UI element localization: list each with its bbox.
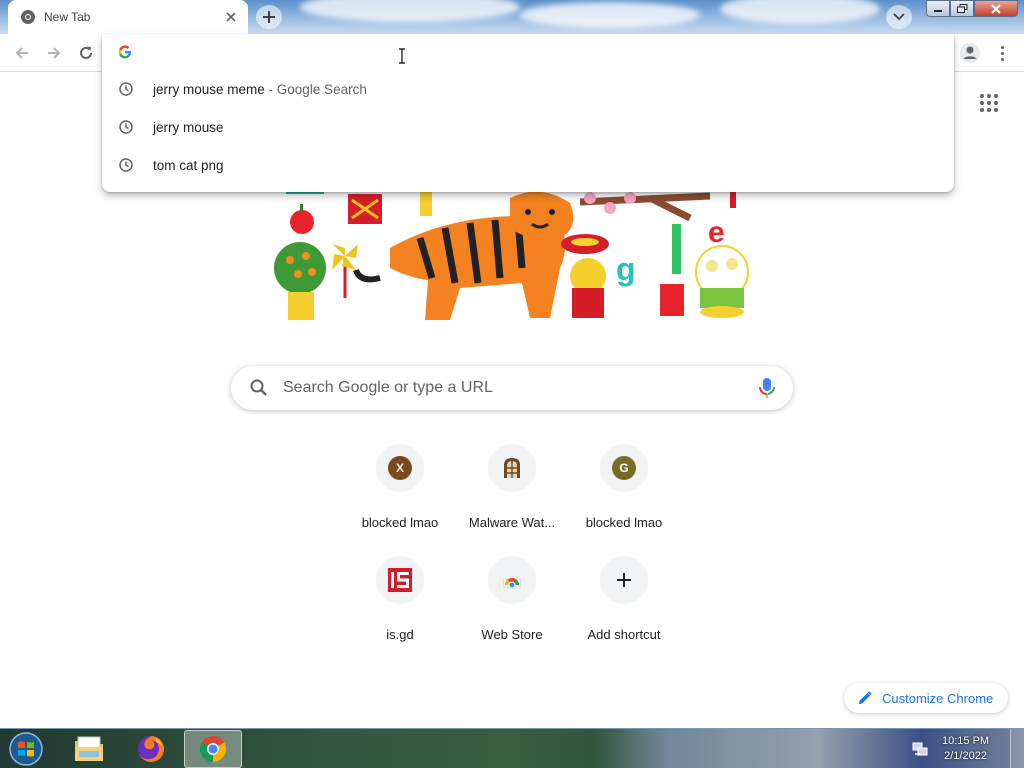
suggestion-text: tom cat png <box>153 157 224 173</box>
reload-button[interactable] <box>74 41 98 65</box>
address-bar-input[interactable] <box>144 44 844 60</box>
customize-label: Customize Chrome <box>882 690 994 706</box>
text-cursor-icon <box>399 48 405 64</box>
chevron-down-icon <box>893 13 905 21</box>
add-shortcut-tile[interactable]: Add shortcut <box>568 552 680 648</box>
shortcut-label: is.gd <box>386 627 414 642</box>
history-clock-icon <box>119 120 133 134</box>
taskbar-clock[interactable]: 10:15 PM 2/1/2022 <box>942 734 989 764</box>
plus-icon <box>617 573 631 587</box>
sky-cloud <box>300 0 520 22</box>
reload-icon <box>80 46 92 59</box>
chrome-icon <box>20 9 36 25</box>
shortcut-label: Malware Wat... <box>468 515 556 530</box>
person-icon <box>960 43 980 63</box>
pencil-icon <box>859 691 872 704</box>
arrow-left-icon <box>15 47 28 59</box>
doodle-orange-tree <box>274 242 326 320</box>
omnibox-input-row <box>102 34 954 70</box>
suggestion-description: - Google Search <box>264 81 367 97</box>
shortcut-icon-bg: X <box>376 444 424 492</box>
folder-icon <box>75 736 103 761</box>
shortcut-icon-bg <box>600 556 648 604</box>
shortcut-tile[interactable]: X blocked lmao <box>344 440 456 536</box>
maximize-button[interactable] <box>950 0 974 17</box>
taskbar-file-explorer[interactable] <box>60 730 118 768</box>
tab-strip: New Tab <box>0 0 1024 34</box>
taskbar-chrome[interactable] <box>184 730 242 768</box>
shortcut-tile[interactable]: Web Store <box>456 552 568 648</box>
back-button[interactable] <box>10 41 34 65</box>
letter-g-icon: G <box>612 456 636 480</box>
svg-text:e: e <box>708 216 725 249</box>
forward-button[interactable] <box>42 41 66 65</box>
shortcut-label: blocked lmao <box>361 515 439 530</box>
search-icon <box>250 379 267 396</box>
tab-close-icon[interactable] <box>222 8 240 26</box>
firefox-icon <box>138 736 164 762</box>
history-clock-icon <box>119 82 133 96</box>
shortcut-icon-bg: G <box>600 444 648 492</box>
arrow-right-icon <box>48 47 61 59</box>
web-store-icon <box>502 578 522 589</box>
close-icon <box>991 3 1001 14</box>
shortcut-tile[interactable]: Malware Wat... <box>456 440 568 536</box>
shortcut-icon-bg <box>488 444 536 492</box>
tab-search-button[interactable] <box>886 5 912 29</box>
shortcut-label: blocked lmao <box>585 515 663 530</box>
isgd-icon <box>388 568 412 592</box>
tab-new-tab[interactable]: New Tab <box>8 0 248 34</box>
plus-icon <box>263 11 275 23</box>
shortcut-tile[interactable]: G blocked lmao <box>568 440 680 536</box>
kebab-menu-icon[interactable] <box>994 41 1010 65</box>
google-g-icon <box>118 45 131 59</box>
omnibox-dropdown: jerry mouse meme - Google Search jerry m… <box>102 34 954 192</box>
clock-time: 10:15 PM <box>942 735 990 747</box>
shortcut-icon-bg <box>488 556 536 604</box>
shortcuts-grid: X blocked lmao Malware Wat... G blocked … <box>344 440 680 648</box>
tab-title: New Tab <box>44 10 91 24</box>
history-clock-icon <box>119 158 133 172</box>
omnibox-suggestion[interactable]: jerry mouse meme - Google Search <box>102 70 954 108</box>
letter-x-icon: X <box>388 456 412 480</box>
new-tab-button[interactable] <box>256 5 282 29</box>
minimize-icon <box>934 9 942 12</box>
doodle-apple <box>290 210 314 234</box>
start-button[interactable] <box>4 731 48 767</box>
windows-taskbar: 10:15 PM 2/1/2022 <box>0 728 1024 768</box>
shortcut-icon-bg <box>376 556 424 604</box>
sky-cloud <box>520 2 700 28</box>
windows-start-icon <box>9 732 43 766</box>
network-icon[interactable] <box>912 741 928 757</box>
malware-watch-icon <box>504 458 520 478</box>
taskbar-firefox[interactable] <box>122 730 180 768</box>
apps-grid-icon[interactable] <box>980 94 1000 112</box>
maximize-icon <box>956 4 967 13</box>
sky-cloud <box>720 0 880 24</box>
svg-text:g: g <box>616 251 636 287</box>
customize-chrome-button[interactable]: Customize Chrome <box>844 683 1008 713</box>
shortcut-label: Web Store <box>481 627 543 642</box>
shortcut-tile[interactable]: is.gd <box>344 552 456 648</box>
doodle-red-envelope <box>660 284 684 316</box>
show-desktop-button[interactable] <box>1010 729 1024 768</box>
profile-button[interactable] <box>958 41 982 65</box>
window-controls <box>926 0 1018 17</box>
system-tray: 10:15 PM 2/1/2022 <box>912 729 989 768</box>
ntp-search-input[interactable] <box>283 379 757 397</box>
window-close-button[interactable] <box>974 0 1018 17</box>
shortcut-label: Add shortcut <box>587 627 661 642</box>
omnibox-suggestion[interactable]: tom cat png <box>102 146 954 184</box>
suggestion-text: jerry mouse meme <box>153 81 265 97</box>
minimize-button[interactable] <box>926 0 950 17</box>
clock-date: 2/1/2022 <box>944 750 987 762</box>
suggestion-text: jerry mouse <box>153 119 224 135</box>
doodle-tiger <box>353 191 574 320</box>
omnibox-suggestion[interactable]: jerry mouse <box>102 108 954 146</box>
ntp-search-box[interactable] <box>231 366 793 410</box>
microphone-icon[interactable] <box>757 376 777 400</box>
chrome-icon <box>199 736 227 763</box>
google-doodle[interactable]: g e <box>260 188 760 328</box>
